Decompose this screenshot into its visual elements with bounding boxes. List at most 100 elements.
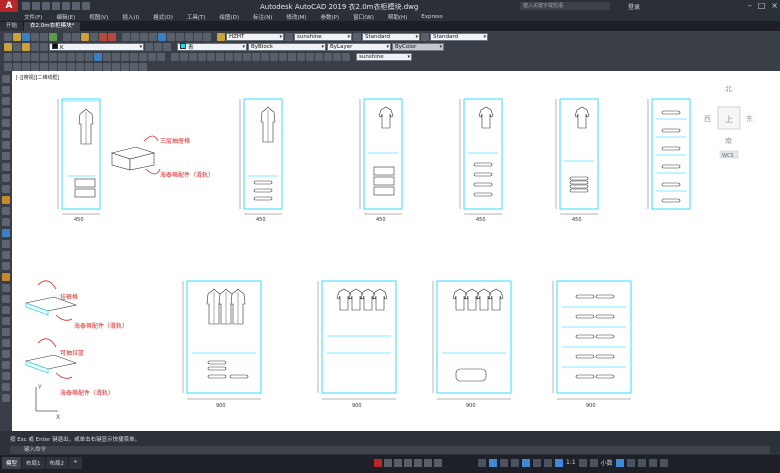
center-mark-icon[interactable] (297, 53, 305, 61)
ellipse-icon[interactable] (2, 174, 10, 182)
polygon-icon[interactable] (2, 108, 10, 116)
lineweight-toggle-icon[interactable] (384, 459, 392, 467)
gear-icon[interactable] (578, 458, 587, 467)
dim-space-icon[interactable] (270, 53, 278, 61)
baseline-dim-icon[interactable] (252, 53, 260, 61)
cabinet-9[interactable] (432, 280, 512, 400)
maximize-icon[interactable]: □ (758, 1, 766, 10)
tolerance-icon[interactable] (288, 53, 296, 61)
login-button[interactable]: 登录 (628, 2, 640, 11)
spline-icon[interactable] (76, 53, 84, 61)
line-icon[interactable] (4, 53, 12, 61)
selection-cycle-icon[interactable] (404, 459, 412, 467)
otrack-icon[interactable] (544, 458, 552, 467)
tool-palette-icon[interactable] (176, 33, 184, 41)
undo-icon[interactable] (72, 2, 80, 10)
xline-icon[interactable] (13, 53, 21, 61)
cabinet-2[interactable] (239, 98, 283, 215)
rotate-icon[interactable] (58, 63, 66, 71)
xline-icon[interactable] (2, 86, 10, 94)
quick-dim-icon[interactable] (243, 53, 251, 61)
circle-icon[interactable] (2, 141, 10, 149)
ellipse-arc-icon[interactable] (2, 185, 10, 193)
make-block-icon[interactable] (2, 207, 10, 215)
point-icon[interactable] (2, 218, 10, 226)
gradient-icon[interactable] (130, 53, 138, 61)
viewcube-top[interactable]: 上 (725, 115, 733, 124)
trim-icon[interactable] (2, 394, 10, 402)
polyline-icon[interactable] (22, 53, 30, 61)
design-center-icon[interactable] (167, 33, 175, 41)
gradient-icon[interactable] (2, 240, 10, 248)
units-label[interactable]: 小数 (601, 458, 613, 467)
menu-file[interactable]: 文件(F) (24, 13, 42, 21)
copy-icon[interactable] (72, 33, 80, 41)
mtext-icon[interactable] (157, 53, 165, 61)
app-icon[interactable] (374, 459, 382, 467)
fillet-icon[interactable] (130, 63, 138, 71)
continue-dim-icon[interactable] (261, 53, 269, 61)
text-style-select[interactable]: HZHT ▾ (226, 33, 284, 41)
color-select[interactable]: 青 ▾ (177, 42, 247, 51)
dim-update-icon[interactable] (342, 53, 350, 61)
undo-icon[interactable] (99, 33, 107, 41)
rotate-icon[interactable] (2, 361, 10, 369)
drawer-isometric[interactable] (110, 135, 161, 175)
cabinet-6[interactable] (647, 98, 691, 210)
mtext-icon[interactable] (2, 273, 10, 281)
multileader-style-select[interactable]: Standard ▾ (430, 33, 488, 41)
3d-osnap-icon[interactable] (414, 459, 422, 467)
cabinet-10[interactable] (552, 280, 632, 400)
saveas-icon[interactable] (52, 2, 60, 10)
array-icon[interactable] (2, 339, 10, 347)
close-icon[interactable]: × (771, 1, 778, 10)
layer-sun-icon[interactable] (31, 43, 39, 51)
chamfer-icon[interactable] (121, 63, 129, 71)
tab-layout2[interactable]: 布局2 (45, 457, 69, 469)
layer-properties-icon[interactable] (4, 43, 12, 51)
match-icon[interactable] (90, 33, 98, 41)
viewcube-north[interactable]: 北 (725, 85, 732, 93)
print-icon[interactable] (31, 33, 39, 41)
pan-icon[interactable] (122, 33, 130, 41)
layer-match-icon[interactable] (163, 43, 171, 51)
insert-block-icon[interactable] (2, 196, 10, 204)
tab-layout1[interactable]: 布局1 (22, 457, 45, 469)
annotation-scale[interactable]: 1:1 (566, 459, 576, 466)
menu-insert[interactable]: 插入(I) (122, 13, 139, 21)
drawing-canvas[interactable]: 三层抽屉格 海泰蒂配件（滑轨） 挂裤格 海泰蒂配件（滑轨） 可抽拉篮 海泰蒂配件… (12, 71, 780, 431)
hardware-accel-icon[interactable] (637, 458, 646, 467)
erase-icon[interactable] (4, 63, 12, 71)
move-icon[interactable] (2, 350, 10, 358)
mirror-icon[interactable] (2, 317, 10, 325)
zoom-icon[interactable] (131, 33, 139, 41)
menu-tools[interactable]: 工具(T) (187, 13, 206, 21)
new-icon[interactable] (22, 2, 30, 10)
menu-dimension[interactable]: 标注(N) (253, 13, 272, 21)
print-icon[interactable] (62, 2, 70, 10)
diameter-dim-icon[interactable] (225, 53, 233, 61)
menu-window[interactable]: 窗口(W) (353, 13, 374, 21)
linetype-select[interactable]: ByBlock ▾ (248, 43, 326, 51)
osnap-icon[interactable] (533, 458, 541, 467)
dynamic-ucs-icon[interactable] (424, 459, 432, 467)
viewport-controls[interactable]: [-][俯视][二维线框] (16, 74, 60, 81)
customize-icon[interactable] (659, 458, 668, 467)
array-icon[interactable] (40, 63, 48, 71)
autocad-logo-icon[interactable]: A (0, 0, 18, 12)
menu-format[interactable]: 格式(O) (153, 13, 173, 21)
grid-icon[interactable] (489, 458, 497, 467)
menu-help[interactable]: 帮助(H) (388, 13, 407, 21)
lineweight-select[interactable]: ByLayer ▾ (327, 43, 391, 51)
stretch-icon[interactable] (76, 63, 84, 71)
point-icon[interactable] (112, 53, 120, 61)
open-icon[interactable] (32, 2, 40, 10)
open-icon[interactable] (13, 33, 21, 41)
hatch-icon[interactable] (2, 229, 10, 237)
menu-parametric[interactable]: 参数(P) (321, 13, 340, 21)
layer-bulb-icon[interactable] (22, 43, 30, 51)
dim-style-select-2[interactable]: sunshine ▾ (356, 53, 412, 61)
linear-dim-icon[interactable] (171, 53, 179, 61)
calc-icon[interactable] (203, 33, 211, 41)
aligned-dim-icon[interactable] (180, 53, 188, 61)
